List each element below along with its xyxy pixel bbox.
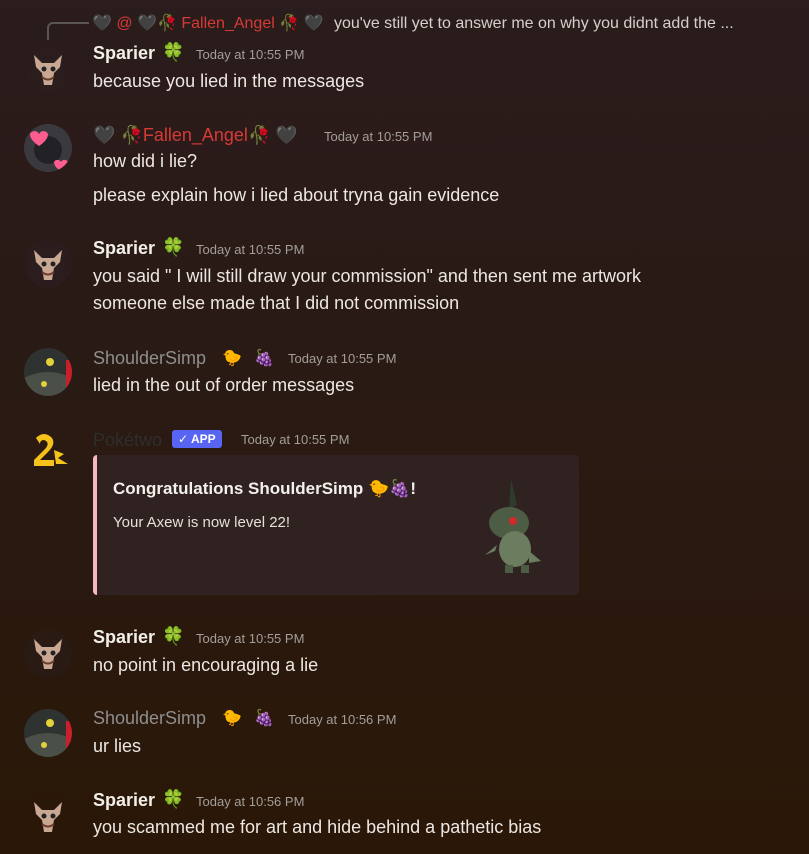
- grapes-emoji-icon: 🍇: [254, 350, 274, 367]
- avatar-sparier[interactable]: [24, 629, 72, 677]
- username-sparier[interactable]: Sparier: [93, 238, 155, 259]
- grapes-emoji-icon: 🍇: [389, 479, 411, 498]
- clover-badge-icon: 🍀: [162, 789, 185, 809]
- level-up-embed: Congratulations ShoulderSimp 🐤🍇! Your Ax…: [93, 455, 579, 595]
- chick-emoji-icon: 🐤: [222, 710, 242, 727]
- avatar-shouldersimp[interactable]: [24, 709, 72, 757]
- username-poketwo[interactable]: Pokétwo: [93, 430, 162, 451]
- timestamp: Today at 10:55 PM: [196, 631, 305, 646]
- avatar-sparier[interactable]: [24, 45, 72, 93]
- message-text: no point in encouraging a lie: [93, 655, 319, 675]
- message-text: because you lied in the messages: [93, 71, 365, 91]
- message-text: you said " I will still draw your commis…: [93, 266, 641, 286]
- username-fallen-angel[interactable]: 🖤 🥀Fallen_Angel🥀 🖤: [93, 125, 298, 146]
- reply-connector: [47, 22, 89, 40]
- clover-badge-icon: 🍀: [162, 42, 185, 62]
- username-shouldersimp[interactable]: ShoulderSimp: [93, 348, 206, 369]
- timestamp: Today at 10:55 PM: [241, 432, 350, 447]
- timestamp: Today at 10:55 PM: [324, 129, 433, 144]
- username-sparier[interactable]: Sparier: [93, 627, 155, 648]
- chick-emoji-icon: 🐤: [222, 350, 242, 367]
- message-text: how did i lie?: [93, 151, 198, 171]
- clover-badge-icon: 🍀: [162, 237, 185, 257]
- message-text: someone else made that I did not commiss…: [93, 293, 460, 313]
- timestamp: Today at 10:55 PM: [196, 242, 305, 257]
- timestamp: Today at 10:55 PM: [196, 47, 305, 62]
- axew-image: [477, 475, 547, 580]
- clover-badge-icon: 🍀: [162, 626, 185, 646]
- avatar-poketwo[interactable]: [24, 428, 72, 476]
- avatar-sparier[interactable]: [24, 240, 72, 288]
- embed-title: Congratulations ShoulderSimp 🐤🍇!: [113, 479, 417, 498]
- message-text: you scammed me for art and hide behind a…: [93, 817, 542, 837]
- avatar-shouldersimp[interactable]: [24, 348, 72, 396]
- reply-username[interactable]: Fallen_Angel: [181, 15, 274, 32]
- timestamp: Today at 10:56 PM: [288, 712, 397, 727]
- avatar-sparier[interactable]: [24, 792, 72, 840]
- timestamp: Today at 10:55 PM: [288, 351, 397, 366]
- message-text: ur lies: [93, 736, 142, 756]
- embed-description: Your Axew is now level 22!: [113, 514, 291, 531]
- avatar-fallen-angel[interactable]: [24, 124, 72, 172]
- username-sparier[interactable]: Sparier: [93, 790, 155, 811]
- chick-emoji-icon: 🐤: [368, 479, 390, 498]
- reply-snippet: you've still yet to answer me on why you…: [333, 15, 734, 32]
- reply-preview[interactable]: 🖤 @ 🖤🥀 Fallen_Angel 🥀 🖤 you've still yet…: [92, 13, 734, 33]
- grapes-emoji-icon: 🍇: [254, 710, 274, 727]
- timestamp: Today at 10:56 PM: [196, 794, 305, 809]
- app-badge: ✓ APP: [172, 430, 222, 448]
- username-shouldersimp[interactable]: ShoulderSimp: [93, 708, 206, 729]
- message-text: please explain how i lied about tryna ga…: [93, 185, 500, 205]
- message-text: lied in the out of order messages: [93, 375, 355, 395]
- username-sparier[interactable]: Sparier: [93, 43, 155, 64]
